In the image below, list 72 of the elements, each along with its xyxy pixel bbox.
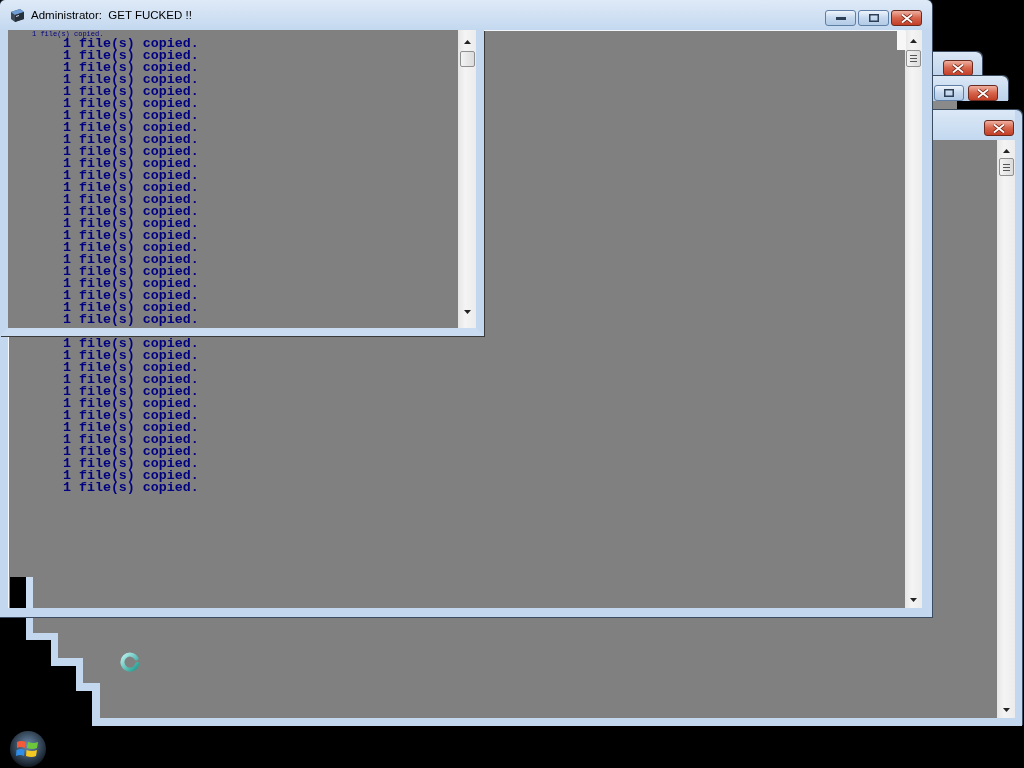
console-line: 1 file(s) copied. — [63, 182, 199, 194]
console-line: 1 file(s) copied. — [63, 290, 199, 302]
close-button[interactable] — [943, 60, 973, 76]
console-line: 1 file(s) copied. — [63, 254, 199, 266]
console-line: 1 file(s) copied. — [63, 458, 199, 470]
grip-icon — [1002, 163, 1010, 171]
console-line: 1 file(s) copied. — [63, 446, 199, 458]
minimize-icon — [835, 16, 846, 20]
text-cursor — [10, 577, 26, 608]
frame-edge — [26, 577, 33, 608]
console-line: 1 file(s) copied. — [63, 230, 199, 242]
console-line: 1 file(s) copied. — [63, 122, 199, 134]
console-line: 1 file(s) copied. — [63, 62, 199, 74]
console-line: 1 file(s) copied. — [63, 38, 199, 50]
scroll-thumb[interactable] — [998, 158, 1014, 176]
minimize-button[interactable] — [825, 10, 856, 26]
scroll-down-icon[interactable] — [1002, 708, 1010, 712]
console-line: 1 file(s) copied. — [63, 74, 199, 86]
console-line: 1 file(s) copied. — [63, 362, 199, 374]
close-icon — [900, 13, 913, 23]
console-line: 1 file(s) copied. — [63, 146, 199, 158]
console-line: 1 file(s) copied. — [63, 170, 199, 182]
console-icon — [10, 7, 25, 23]
console-line: 1 file(s) copied. — [63, 50, 199, 62]
start-orb-icon[interactable] — [9, 730, 47, 768]
window-title: Administrator: GET FUCKED !! — [31, 9, 192, 21]
console-line: 1 file(s) copied. — [63, 218, 199, 230]
console-line: 1 file(s) copied. — [63, 98, 199, 110]
console-line: 1 file(s) copied. — [63, 110, 199, 122]
console-line: 1 file(s) copied. — [63, 206, 199, 218]
close-icon — [993, 123, 1005, 133]
scrollbar-fragment — [897, 31, 906, 50]
scroll-thumb[interactable] — [906, 50, 921, 67]
console-line: 1 file(s) copied. — [63, 398, 199, 410]
console-line: 1 file(s) copied. — [63, 158, 199, 170]
console-line: 1 file(s) copied. — [63, 410, 199, 422]
console-line: 1 file(s) copied. — [63, 386, 199, 398]
maximize-button[interactable] — [858, 10, 889, 26]
console-line: 1 file(s) copied. — [63, 350, 199, 362]
console-line: 1 file(s) copied. — [63, 470, 199, 482]
console-line: 1 file(s) copied. — [63, 374, 199, 386]
scrollbar[interactable] — [997, 140, 1015, 718]
console-line: 1 file(s) copied. — [63, 134, 199, 146]
console-line: 1 file(s) copied. — [63, 194, 199, 206]
console-line: 1 file(s) copied. — [63, 314, 199, 326]
close-icon — [952, 63, 964, 73]
scroll-down-icon[interactable] — [910, 598, 917, 602]
scrollbar[interactable] — [458, 30, 476, 328]
grip-icon — [910, 55, 917, 62]
console-line: 1 file(s) copied. — [63, 434, 199, 446]
scroll-down-icon[interactable] — [463, 310, 471, 314]
scroll-up-icon[interactable] — [463, 40, 471, 44]
console-line: 1 file(s) copied. — [63, 302, 199, 314]
console-line: 1 file(s) copied. — [63, 242, 199, 254]
scroll-up-icon[interactable] — [1002, 149, 1010, 153]
close-button[interactable] — [968, 85, 998, 101]
maximize-button[interactable] — [934, 85, 964, 101]
console-line: 1 file(s) copied. — [63, 338, 199, 350]
console-line: 1 file(s) copied. — [63, 482, 199, 494]
close-button[interactable] — [891, 10, 922, 26]
console-line: 1 file(s) copied. — [63, 86, 199, 98]
console-line: 1 file(s) copied. — [63, 278, 199, 290]
maximize-icon — [944, 89, 954, 97]
close-icon — [977, 88, 989, 98]
console-line: 1 file(s) copied. — [63, 422, 199, 434]
console-line: 1 file(s) copied. — [63, 266, 199, 278]
scrollbar[interactable] — [905, 30, 922, 608]
maximize-icon — [868, 14, 879, 22]
scroll-thumb[interactable] — [459, 51, 475, 67]
close-button[interactable] — [984, 120, 1014, 136]
busy-cursor-icon — [120, 652, 140, 672]
scroll-up-icon[interactable] — [910, 39, 917, 43]
